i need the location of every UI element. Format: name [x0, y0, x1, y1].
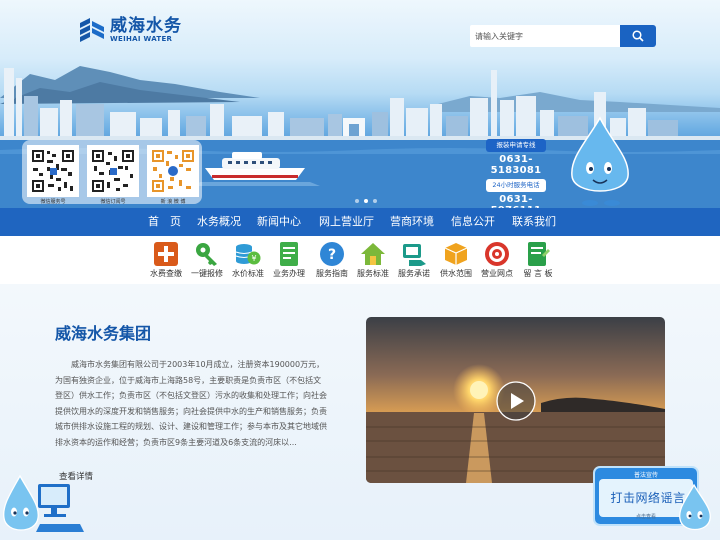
nav-item-contact[interactable]: 联系我们 [512, 208, 556, 236]
service-guide[interactable]: ? 服务指南 [309, 241, 355, 279]
qr-label-wechat-service: 微信服务号 [40, 199, 66, 205]
service-label: 水费查缴 [150, 269, 182, 278]
service-label: 供水范围 [440, 269, 472, 278]
intro-text: 威海市水务集团有限公司于2003年10月成立，注册资本190000万元，为国有独… [55, 360, 327, 447]
search-box [470, 25, 656, 47]
carousel-dot-active[interactable] [364, 199, 368, 203]
service-bill-payment[interactable]: 水费查缴 [143, 241, 189, 279]
rumor-promo-banner[interactable]: 普法宣传 打击网络谣言 点击查看 [590, 465, 720, 540]
search-icon [632, 30, 644, 42]
svg-text:¥: ¥ [251, 254, 256, 263]
sunset-video-thumbnail [366, 317, 665, 483]
mascot-computer [0, 468, 100, 540]
carousel-dot[interactable] [355, 199, 359, 203]
intro-title: 威海水务集团 [55, 324, 152, 343]
carousel-dot[interactable] [373, 199, 377, 203]
service-business[interactable]: 业务办理 [266, 241, 312, 279]
carousel-dots [355, 199, 377, 203]
intro-video[interactable] [366, 317, 665, 483]
service-outlets[interactable]: 营业网点 [474, 241, 520, 279]
logo-icon [80, 18, 104, 42]
nav-item-home[interactable]: 首 页 [148, 208, 181, 236]
house-icon [361, 243, 385, 265]
service-label: 水价标准 [232, 269, 264, 278]
service-message-board[interactable]: 留 言 板 [515, 241, 561, 279]
hotline-tag: 报装申请专线 [486, 139, 546, 152]
promo-main-text: 打击网络谣言 [610, 491, 686, 505]
key-icon [196, 243, 217, 266]
logo-english-name: WEIHAI WATER [110, 35, 173, 43]
qr-label-wechat-subscription: 微信订阅号 [100, 199, 126, 205]
service-label: 服务指南 [316, 269, 348, 278]
service-label: 营业网点 [481, 269, 513, 278]
qr-label-weibo: 新 浪 微 博 [160, 199, 186, 205]
nav-item-disclosure[interactable]: 信息公开 [451, 208, 495, 236]
site-logo[interactable]: 威海水务 WEIHAI WATER [78, 17, 182, 43]
search-input[interactable] [470, 25, 620, 47]
box-icon [444, 243, 468, 265]
service-water-price[interactable]: ¥ 水价标准 [225, 241, 271, 279]
service-standard[interactable]: 服务标准 [350, 241, 396, 279]
qr-code-weibo [147, 145, 199, 197]
note-icon [528, 242, 550, 266]
hotline-number: 0631-5183081 [490, 154, 542, 176]
header-banner: 威海水务 WEIHAI WATER 微信服务号 [0, 0, 720, 208]
service-label: 留 言 板 [523, 269, 553, 278]
service-label: 服务标准 [357, 269, 389, 278]
main-nav: 首 页 水务概况 新闻中心 网上营业厅 营商环境 信息公开 联系我们 [0, 208, 720, 236]
service-repair[interactable]: 一键报修 [184, 241, 230, 279]
handshake-icon [403, 244, 426, 266]
search-button[interactable] [620, 25, 656, 47]
service-label: 业务办理 [273, 269, 305, 278]
service-label: 一键报修 [191, 269, 223, 278]
logo-chinese-name: 威海水务 [110, 16, 182, 36]
target-icon [485, 242, 509, 266]
nav-item-business-environment[interactable]: 营商环境 [390, 208, 434, 236]
qr-code-wechat-subscription [87, 145, 139, 197]
nav-item-overview[interactable]: 水务概况 [197, 208, 241, 236]
promo-bottom-text: 点击查看 [635, 514, 656, 520]
plus-icon [154, 242, 178, 266]
play-icon[interactable] [496, 381, 536, 421]
service-commitment[interactable]: 服务承诺 [391, 241, 437, 279]
svg-text:?: ? [328, 247, 336, 263]
document-icon [280, 242, 298, 266]
service-label: 服务承诺 [398, 269, 430, 278]
service-supply-range[interactable]: 供水范围 [433, 241, 479, 279]
water-drop-mascot [3, 474, 84, 532]
service-hotline-number: 0631-5976111 [491, 194, 542, 208]
nav-item-news[interactable]: 新闻中心 [257, 208, 301, 236]
service-hotline-tag: 24小时服务电话 [486, 179, 546, 192]
nav-item-online-hall[interactable]: 网上营业厅 [319, 208, 374, 236]
question-icon: ? [320, 242, 344, 266]
hotline-panel: 报装申请专线 0631-5183081 24小时服务电话 0631-597611… [481, 139, 551, 208]
price-icon: ¥ [235, 244, 261, 265]
promo-top-text: 普法宣传 [633, 472, 658, 479]
qr-code-wechat-service [27, 145, 79, 197]
